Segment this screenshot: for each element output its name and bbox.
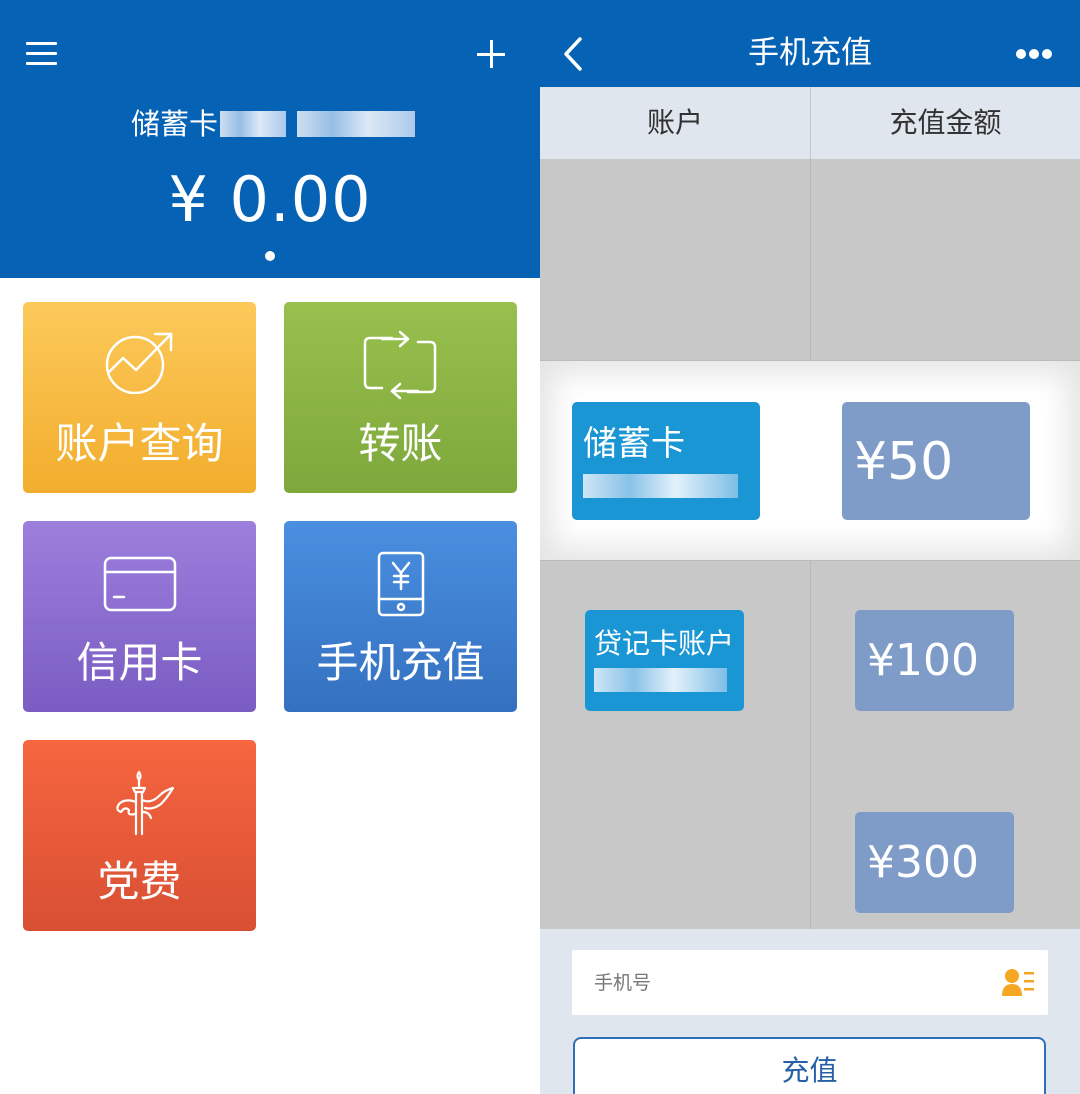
- phone-yuan-icon: [377, 551, 425, 617]
- page-title: 手机充值: [748, 35, 872, 71]
- page-indicator-dot: [265, 251, 275, 261]
- tile-label: 信用卡: [76, 638, 203, 687]
- masked-account-number: [594, 668, 727, 692]
- tile-party-dues[interactable]: 党费: [23, 740, 256, 931]
- amount-value: ¥300: [867, 837, 979, 888]
- tile-label: 转账: [358, 419, 443, 468]
- recharge-header: 手机充值: [540, 0, 1080, 87]
- account-name: 贷记卡账户: [594, 627, 735, 660]
- amount-option-100[interactable]: ¥100: [855, 610, 1014, 711]
- account-card-credit[interactable]: 贷记卡账户: [585, 610, 744, 711]
- account-name: 储蓄卡: [583, 424, 685, 464]
- more-icon[interactable]: [1016, 49, 1052, 59]
- account-amount-picker[interactable]: 储蓄卡 贷记卡账户 ¥50 ¥100 ¥300: [540, 159, 1080, 929]
- menu-icon[interactable]: [26, 42, 57, 66]
- masked-account-number: [583, 474, 738, 498]
- tile-account-query[interactable]: 账户查询: [23, 302, 256, 493]
- phone-field-container: [572, 950, 1048, 1015]
- tile-transfer[interactable]: 转账: [284, 302, 517, 493]
- tile-label: 党费: [97, 857, 182, 906]
- tile-credit-card[interactable]: 信用卡: [23, 521, 256, 712]
- screenshot-root: 储蓄卡 ¥ 0.00 账户查询 转账 信用卡 手机充值 党费 手机充值 账户 充…: [0, 0, 1080, 1094]
- transfer-icon: [363, 330, 437, 400]
- phone-number-input[interactable]: [594, 950, 994, 1015]
- masked-card-number-2: [297, 111, 415, 137]
- column-header-amount: 充值金额: [811, 87, 1080, 159]
- add-icon[interactable]: [477, 40, 505, 68]
- recharge-submit-button[interactable]: 充值: [573, 1037, 1046, 1094]
- card-type-label: 储蓄卡: [131, 107, 219, 141]
- trend-up-icon: [105, 332, 173, 394]
- home-header: 储蓄卡 ¥ 0.00: [0, 0, 540, 278]
- tile-label: 手机充值: [316, 638, 485, 687]
- balance-amount: ¥ 0.00: [168, 163, 372, 236]
- contact-book-icon[interactable]: [1002, 966, 1034, 998]
- credit-card-icon: [103, 556, 177, 612]
- amount-value: ¥100: [867, 635, 979, 686]
- amount-option-300[interactable]: ¥300: [855, 812, 1014, 913]
- account-card-savings[interactable]: 储蓄卡: [572, 402, 760, 520]
- card-number-line[interactable]: 储蓄卡: [0, 104, 540, 144]
- amount-option-50[interactable]: ¥50: [842, 402, 1030, 520]
- masked-card-number: [220, 111, 286, 137]
- recharge-screen: 手机充值 账户 充值金额 储蓄卡 贷记卡账户 ¥50 ¥100 ¥300 手机号…: [540, 0, 1080, 1094]
- amount-value: ¥50: [854, 432, 954, 492]
- home-screen: 储蓄卡 ¥ 0.00 账户查询 转账 信用卡 手机充值 党费: [0, 0, 540, 1094]
- huabiao-icon: [116, 770, 175, 836]
- tile-label: 账户查询: [55, 419, 224, 468]
- column-header-account: 账户: [540, 87, 810, 159]
- tile-phone-recharge[interactable]: 手机充值: [284, 521, 517, 712]
